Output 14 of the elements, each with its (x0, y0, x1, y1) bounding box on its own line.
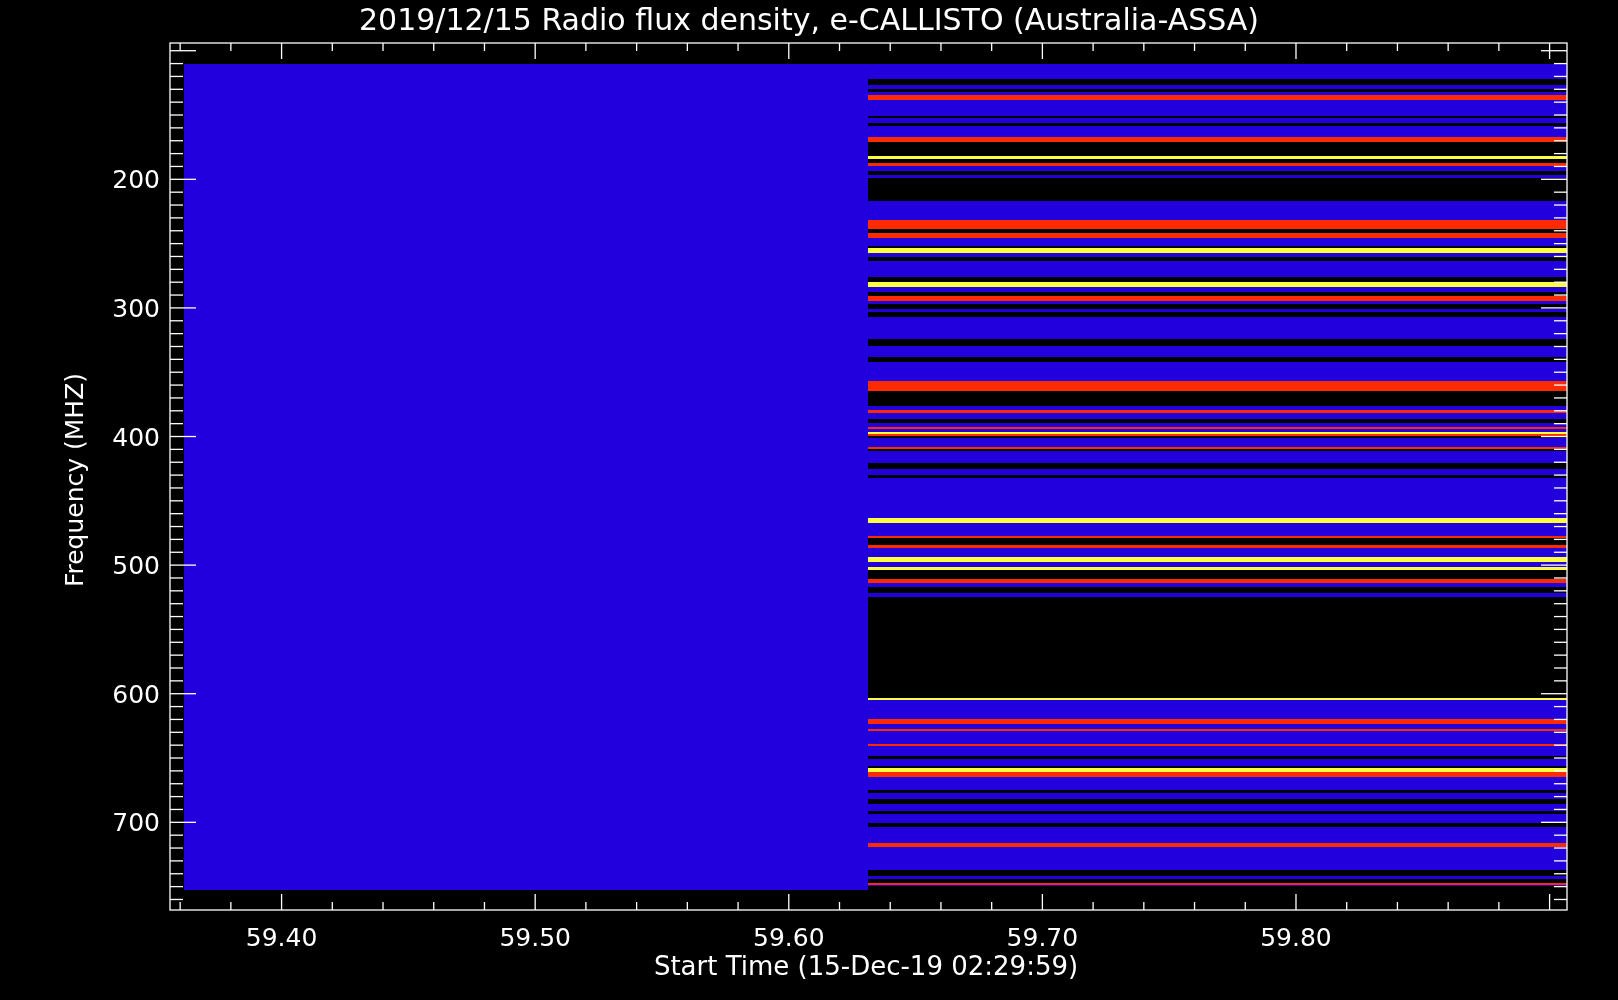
y-tick-label: 700 (112, 808, 160, 838)
x-tick-label: 59.40 (245, 923, 318, 952)
x-tick-label: 59.50 (499, 923, 571, 952)
y-tick-label: 400 (112, 422, 160, 452)
chart-title: 2019/12/15 Radio flux density, e-CALLISTO (Australia-ASSA) (358, 2, 1260, 37)
x-tick-label: 59.80 (1260, 923, 1332, 952)
y-axis-label: Frequency (MHZ) (60, 372, 89, 588)
y-tick-label: 500 (112, 551, 160, 581)
y-tick-label: 200 (112, 165, 160, 195)
x-axis-label: Start Time (15-Dec-19 02:29:59) (653, 951, 1079, 981)
x-tick-label: 59.70 (1006, 923, 1079, 952)
y-tick-label: 600 (112, 679, 160, 709)
y-tick-label: 300 (112, 293, 160, 323)
x-tick-label: 59.60 (753, 923, 825, 952)
